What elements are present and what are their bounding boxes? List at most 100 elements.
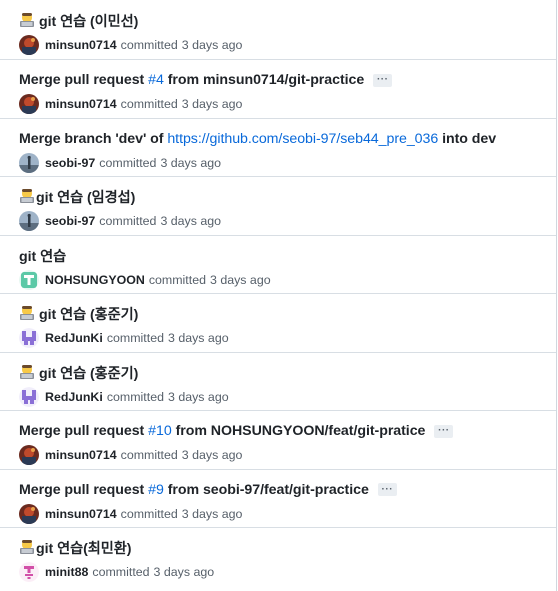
commit-meta: minit88 committed 3 days ago [19, 562, 214, 582]
commit-time[interactable]: 3 days ago [160, 214, 221, 228]
commit-title[interactable]: git 연습(최민환) [19, 538, 131, 558]
commit-time[interactable]: 3 days ago [160, 156, 221, 170]
commit-author[interactable]: minit88 [45, 565, 88, 579]
commit-title-row: git 연습 (임경섭) [19, 187, 546, 207]
commit-title-text: from NOHSUNGYOON/feat/git-pratice [171, 423, 426, 439]
commit-title-text: git 연습(최민환) [36, 541, 132, 557]
commit-title-row: git 연습 (이민선) [19, 11, 546, 31]
commit-author[interactable]: minsun0714 [45, 507, 117, 521]
commit-item: Merge pull request #4 from minsun0714/gi… [0, 60, 556, 119]
committed-label: committed [106, 389, 164, 404]
minsun-avatar[interactable] [19, 503, 39, 524]
repo-url-link[interactable]: https://github.com/seobi-97/seb44_pre_03… [167, 131, 438, 147]
commit-list: git 연습 (이민선) minsun0714 committed 3 days… [0, 0, 557, 591]
committed-label: committed [120, 97, 178, 111]
commit-title-text: Merge pull request [19, 72, 149, 88]
commit-title-text: Merge pull request [19, 481, 149, 498]
minsun-avatar[interactable] [19, 94, 39, 114]
commit-time[interactable]: 3 days ago [182, 448, 243, 462]
expand-message-button[interactable]: ··· [377, 483, 397, 496]
pr-link[interactable]: #4 [148, 72, 164, 88]
seobi-avatar[interactable] [19, 152, 39, 173]
commit-item: git 연습(최민환) minit88 committed 3 days ago [0, 528, 556, 587]
commit-meta: seobi-97 committed 3 days ago [19, 211, 221, 231]
commit-item: git 연습 (임경섭) seobi-97 committed 3 days a… [0, 177, 556, 236]
commit-title-row: git 연습 (홍준기) [19, 363, 546, 383]
committed-label: committed [148, 272, 206, 287]
commit-title-text: Merge pull request [19, 423, 149, 439]
commit-meta: RedJunKi committed 3 days ago [19, 328, 229, 348]
commit-title-row: git 연습 [19, 246, 546, 266]
commit-item: git 연습 (이민선) minsun0714 committed 3 days… [0, 0, 556, 60]
pr-link[interactable]: #10 [148, 423, 172, 439]
expand-message-button[interactable]: ··· [434, 424, 454, 438]
technologist-emoji-icon [20, 13, 34, 27]
commit-title-text: git 연습 [19, 248, 67, 265]
commit-title-text: git 연습 (홍준기) [39, 365, 139, 382]
commit-time[interactable]: 3 days ago [182, 97, 243, 111]
commit-author[interactable]: minsun0714 [45, 448, 117, 462]
nohsungyoon-avatar[interactable] [19, 269, 39, 290]
committed-label: committed [99, 155, 157, 170]
technologist-emoji-icon [20, 189, 34, 203]
commit-title-row: Merge pull request #9 from seobi-97/feat… [19, 480, 546, 500]
technologist-emoji-icon [20, 540, 34, 554]
commit-title-text: Merge branch 'dev' of [19, 130, 168, 147]
committed-label: committed [120, 506, 178, 521]
minsun-avatar[interactable] [19, 445, 39, 465]
commit-title[interactable]: Merge pull request #4 from minsun0714/gi… [19, 72, 364, 88]
commit-title[interactable]: git 연습 [19, 246, 66, 266]
commit-item: git 연습 (홍준기) RedJunKi committed 3 days a… [0, 294, 556, 353]
commit-time[interactable]: 3 days ago [210, 273, 271, 287]
commit-meta: minsun0714 committed 3 days ago [19, 445, 242, 465]
commit-time[interactable]: 3 days ago [168, 390, 229, 404]
commit-title-text: git 연습 (임경섭) [36, 190, 136, 206]
commit-time[interactable]: 3 days ago [168, 331, 229, 345]
commit-time[interactable]: 3 days ago [182, 38, 243, 52]
commit-title-text: git 연습 (이민선) [39, 14, 139, 30]
pr-link[interactable]: #9 [148, 482, 164, 498]
commit-title-row: Merge branch 'dev' of https://github.com… [19, 129, 546, 149]
committed-label: committed [106, 331, 164, 345]
commit-title[interactable]: Merge pull request #10 from NOHSUNGYOON/… [19, 423, 425, 439]
committed-label: committed [120, 448, 178, 462]
commit-author[interactable]: RedJunKi [45, 390, 103, 404]
commit-title[interactable]: git 연습 (이민선) [19, 11, 138, 31]
commit-author[interactable]: NOHSUNGYOON [45, 273, 145, 287]
technologist-emoji-icon [20, 306, 34, 320]
commit-author[interactable]: minsun0714 [45, 38, 117, 52]
commit-item: git 연습 (홍준기) RedJunKi committed 3 days a… [0, 353, 556, 411]
seobi-avatar[interactable] [19, 211, 39, 231]
commit-title-row: Merge pull request #4 from minsun0714/gi… [19, 70, 546, 90]
commit-title-row: Merge pull request #10 from NOHSUNGYOON/… [19, 421, 546, 441]
minit88-avatar[interactable] [19, 562, 39, 582]
commit-time[interactable]: 3 days ago [154, 565, 215, 579]
commit-author[interactable]: seobi-97 [45, 214, 95, 228]
committed-label: committed [99, 214, 157, 228]
committed-label: committed [92, 565, 150, 579]
commit-title[interactable]: Merge pull request #9 from seobi-97/feat… [19, 482, 369, 498]
technologist-emoji-icon [20, 364, 34, 379]
commit-meta: RedJunKi committed 3 days ago [19, 386, 229, 407]
commit-title-text: from seobi-97/feat/git-practice [163, 481, 369, 498]
commit-time[interactable]: 3 days ago [182, 507, 243, 521]
commit-author[interactable]: seobi-97 [45, 156, 95, 170]
redjunki-avatar[interactable] [19, 386, 39, 407]
commit-title[interactable]: git 연습 (홍준기) [19, 304, 138, 324]
commit-title[interactable]: git 연습 (임경섭) [19, 187, 135, 207]
minsun-avatar[interactable] [19, 35, 39, 55]
commit-meta: minsun0714 committed 3 days ago [19, 35, 242, 55]
commit-meta: seobi-97 committed 3 days ago [19, 152, 221, 173]
redjunki-avatar[interactable] [19, 328, 39, 348]
commit-title-row: git 연습 (홍준기) [19, 304, 546, 324]
commit-meta: minsun0714 committed 3 days ago [19, 94, 242, 114]
commit-item: Merge pull request #9 from seobi-97/feat… [0, 470, 556, 528]
commit-title-text: into dev [438, 130, 497, 147]
commit-title[interactable]: git 연습 (홍준기) [19, 363, 138, 383]
commit-title-text: git 연습 (홍준기) [39, 307, 139, 323]
commit-author[interactable]: minsun0714 [45, 97, 117, 111]
expand-message-button[interactable]: ··· [373, 73, 393, 87]
commit-title-row: git 연습(최민환) [19, 538, 546, 558]
commit-title[interactable]: Merge branch 'dev' of https://github.com… [19, 131, 496, 147]
commit-author[interactable]: RedJunKi [45, 331, 103, 345]
